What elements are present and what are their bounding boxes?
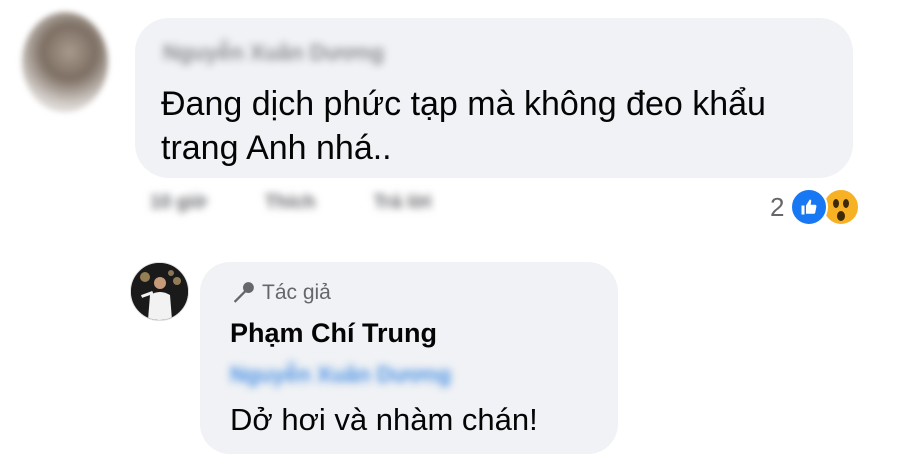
- reply-avatar[interactable]: [130, 262, 189, 321]
- reply-mention[interactable]: Nguyễn Xuân Dương: [230, 362, 451, 388]
- comment-author-name[interactable]: Nguyễn Xuân Dương: [163, 40, 384, 66]
- comment-actions: 10 giờ Thích Trả lời: [150, 192, 431, 214]
- reaction-count: 2: [770, 191, 785, 222]
- wow-icon: [822, 188, 861, 226]
- comment-avatar[interactable]: [22, 12, 108, 112]
- author-badge-label: Tác giả: [262, 281, 331, 304]
- comment-bubble: Nguyễn Xuân Dương Đang dịch phức tạp mà …: [135, 18, 853, 178]
- comment-text: Đang dịch phức tạp mà không đeo khẩu tra…: [161, 85, 766, 167]
- reaction-summary[interactable]: 2: [770, 188, 861, 226]
- reply-action[interactable]: Trả lời: [373, 192, 431, 214]
- reply-bubble: Tác giả Phạm Chí Trung Nguyễn Xuân Dương…: [200, 262, 618, 454]
- comment-timestamp[interactable]: 10 giờ: [150, 192, 207, 214]
- like-action[interactable]: Thích: [265, 192, 316, 214]
- reply-author-name[interactable]: Phạm Chí Trung: [230, 318, 437, 349]
- like-icon: [790, 188, 829, 226]
- author-badge: Tác giả: [230, 280, 331, 306]
- microphone-icon: [233, 282, 254, 303]
- reply-text: Dở hơi và nhàm chán!: [230, 402, 538, 437]
